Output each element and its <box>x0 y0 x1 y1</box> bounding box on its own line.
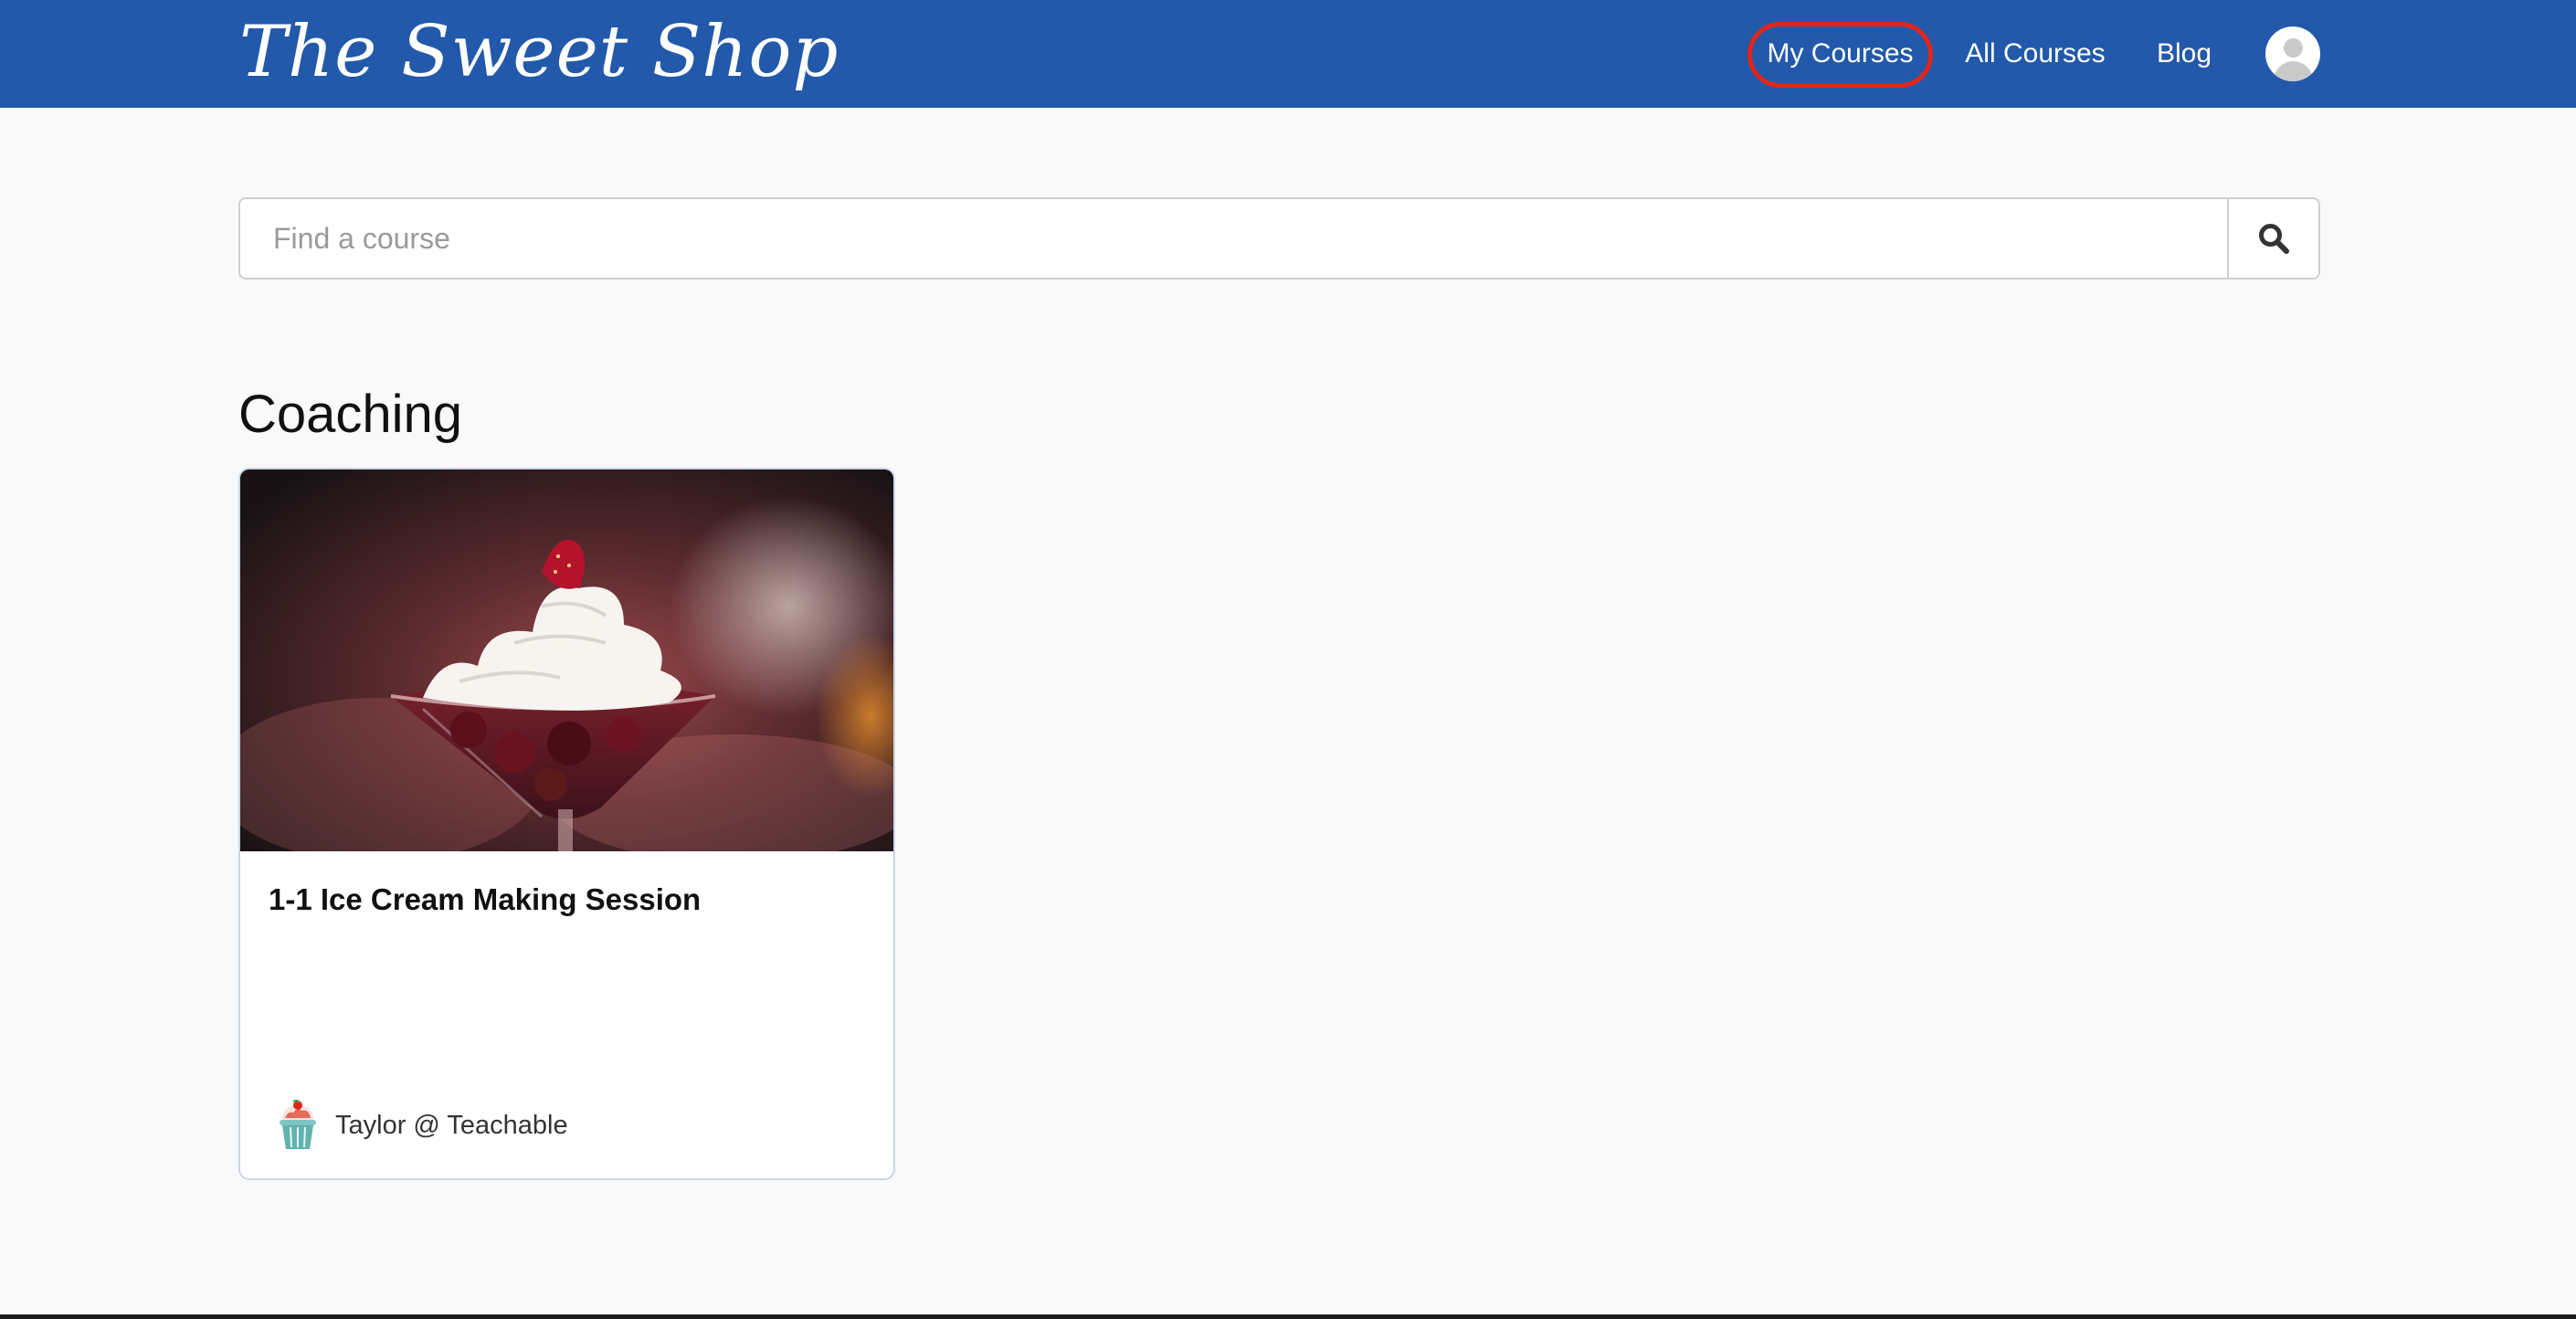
page: The Sweet Shop My Courses All Courses Bl… <box>0 0 2576 1319</box>
nav-my-courses[interactable]: My Courses <box>1747 0 1933 108</box>
course-search <box>238 197 2320 280</box>
author-name: Taylor @ Teachable <box>335 1110 568 1140</box>
avatar-body <box>2274 61 2313 81</box>
course-card[interactable]: 1-1 Ice Cream Making Session Taylor @ Te… <box>238 468 895 1180</box>
user-avatar-icon[interactable] <box>2265 26 2320 81</box>
search-button[interactable] <box>2227 199 2318 278</box>
nav-blog[interactable]: Blog <box>2148 0 2220 108</box>
course-title[interactable]: 1-1 Ice Cream Making Session <box>269 882 701 917</box>
section-title: Coaching <box>238 385 463 444</box>
search-icon <box>2259 224 2289 254</box>
nav-all-courses[interactable]: All Courses <box>1962 0 2108 108</box>
site-header: The Sweet Shop My Courses All Courses Bl… <box>0 0 2576 108</box>
highlight-ring <box>1747 22 1933 88</box>
ice-cream-sundae-image <box>240 470 893 851</box>
bottom-divider <box>0 1314 2576 1319</box>
search-input[interactable] <box>240 199 2227 278</box>
avatar-head <box>2284 38 2303 58</box>
course-author: Taylor @ Teachable <box>275 1100 568 1151</box>
cupcake-icon <box>280 1100 316 1149</box>
site-logo[interactable]: The Sweet Shop <box>239 2 839 102</box>
